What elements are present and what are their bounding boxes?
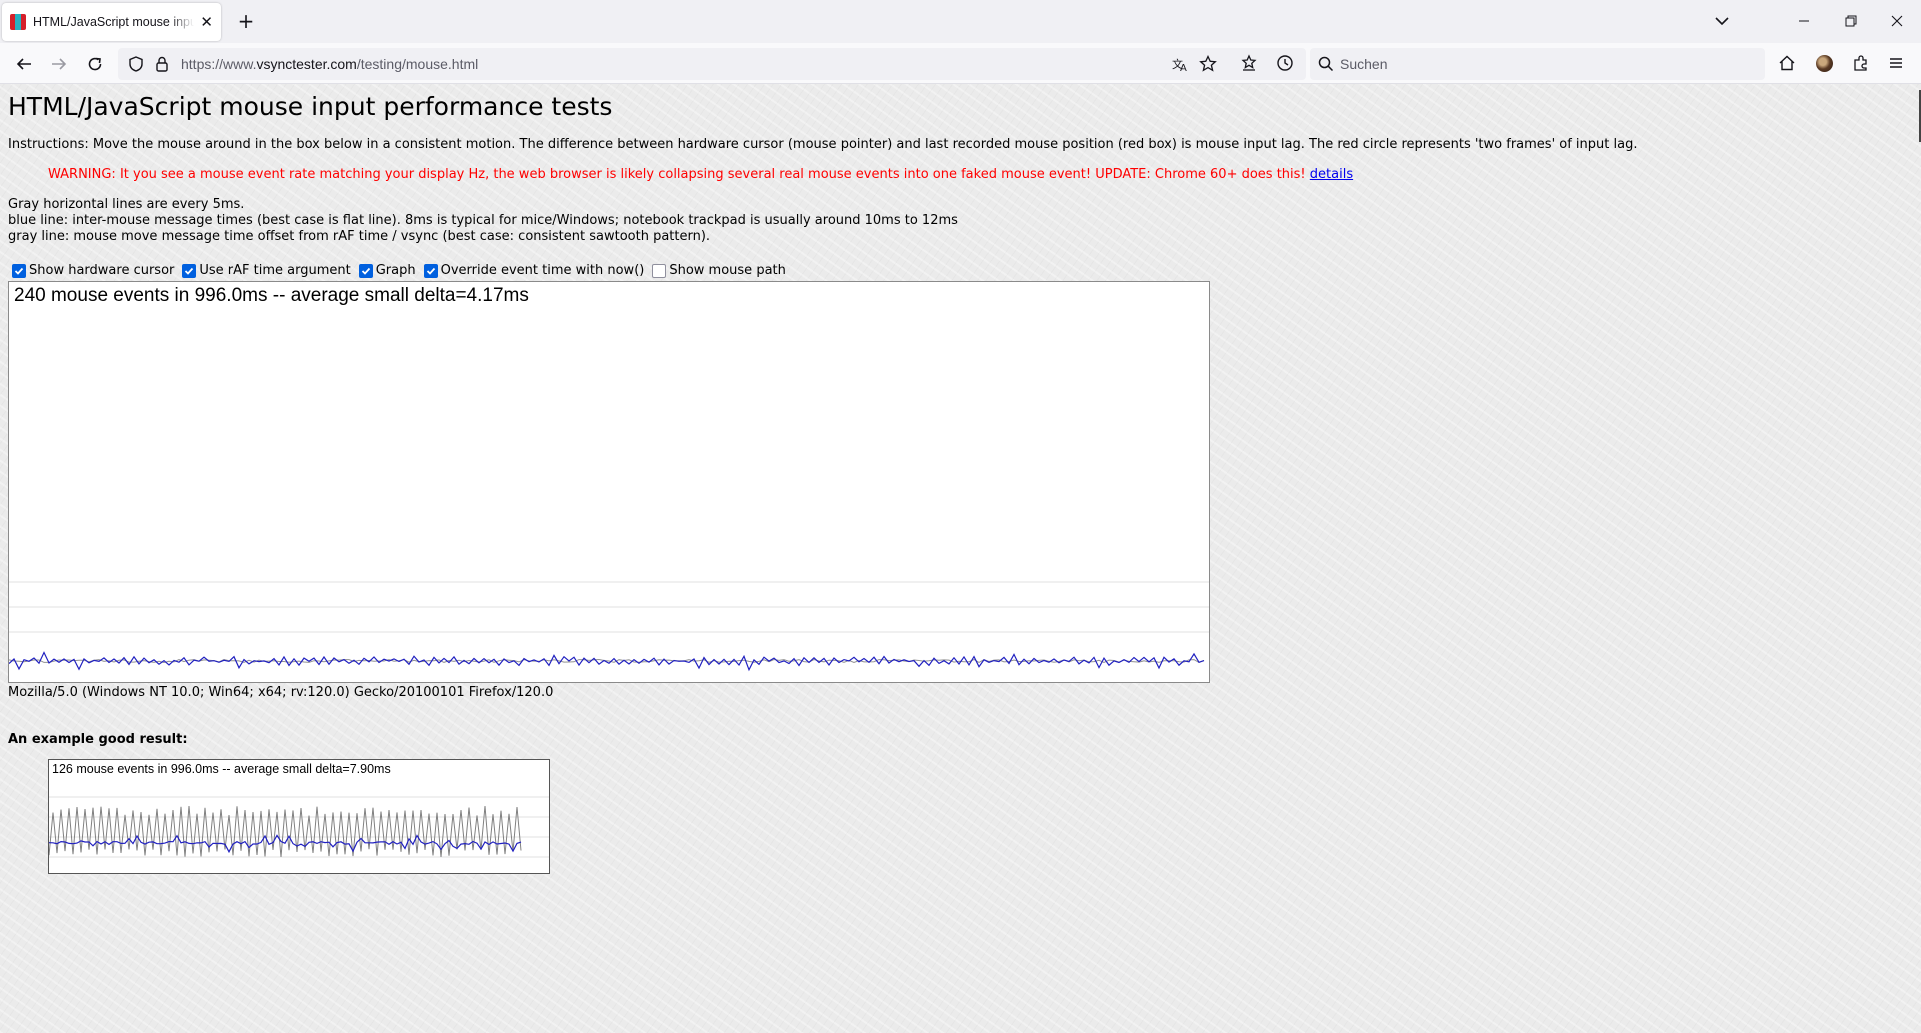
warning-text: WARNING: It you see a mouse event rate m…	[48, 167, 1353, 182]
avatar-image	[1815, 54, 1833, 72]
extensions-puzzle-icon[interactable]	[1849, 51, 1873, 75]
history-clock-icon[interactable]	[1273, 51, 1297, 75]
checkbox-graph[interactable]	[358, 263, 373, 278]
user-agent-text: Mozilla/5.0 (Windows NT 10.0; Win64; x64…	[8, 685, 554, 700]
legend-gray-lines: Gray horizontal lines are every 5ms.	[8, 197, 245, 212]
gray-offset-line	[49, 805, 522, 858]
restore-window-icon[interactable]	[1836, 8, 1866, 34]
details-link[interactable]: details	[1310, 167, 1353, 182]
example-label: An example good result:	[8, 732, 188, 747]
option-label: Use rAF time argument	[199, 263, 351, 278]
app-menu-hamburger-icon[interactable]	[1884, 51, 1908, 75]
reload-icon[interactable]	[82, 51, 108, 77]
pocket-save-icon[interactable]	[1237, 51, 1261, 75]
option-label: Show mouse path	[669, 263, 786, 278]
bookmark-star-icon[interactable]	[1198, 54, 1218, 74]
tab-close-icon[interactable]: ✕	[200, 14, 213, 30]
url-prefix: https://www.	[181, 56, 257, 72]
warning-message: WARNING: It you see a mouse event rate m…	[48, 167, 1306, 182]
tab-title: HTML/JavaScript mouse input performance …	[33, 15, 195, 29]
shield-icon[interactable]	[126, 54, 146, 74]
back-arrow-icon[interactable]	[11, 51, 37, 77]
search-bar[interactable]: Suchen	[1310, 48, 1765, 80]
minimize-window-icon[interactable]	[1789, 8, 1819, 34]
page-content: HTML/JavaScript mouse input performance …	[0, 84, 1921, 1033]
page-title: HTML/JavaScript mouse input performance …	[8, 92, 613, 121]
option-use-raf-time[interactable]: Use rAF time argument	[178, 263, 351, 278]
options-row: Show hardware cursor Use rAF time argume…	[8, 263, 790, 278]
checkbox-show-mouse-path[interactable]	[652, 263, 667, 278]
url-host: vsynctester.com	[256, 56, 357, 72]
example-result-image: 126 mouse events in 996.0ms -- average s…	[48, 759, 550, 874]
translate-icon[interactable]: 文A	[1170, 54, 1190, 74]
option-show-hardware-cursor[interactable]: Show hardware cursor	[8, 263, 174, 278]
option-graph[interactable]: Graph	[355, 263, 416, 278]
option-override-event-time[interactable]: Override event time with now()	[420, 263, 645, 278]
legend-blue-line: blue line: inter-mouse message times (be…	[8, 213, 958, 228]
checkbox-override-event-time[interactable]	[423, 263, 438, 278]
home-icon[interactable]	[1775, 51, 1799, 75]
browser-tab-active[interactable]: HTML/JavaScript mouse input performance …	[2, 3, 221, 41]
account-avatar[interactable]	[1812, 51, 1836, 75]
mouse-test-area[interactable]: 240 mouse events in 996.0ms -- average s…	[8, 281, 1210, 683]
svg-text:A: A	[1180, 63, 1187, 74]
navigation-toolbar: https://www.vsynctester.com/testing/mous…	[0, 43, 1921, 84]
close-window-icon[interactable]	[1882, 8, 1912, 34]
option-label: Show hardware cursor	[29, 263, 175, 278]
option-label: Graph	[375, 263, 416, 278]
search-input[interactable]: Suchen	[1340, 56, 1387, 72]
checkbox-show-hardware-cursor[interactable]	[12, 263, 26, 278]
legend-gray-line: gray line: mouse move message time offse…	[8, 229, 711, 244]
instructions-text: Instructions: Move the mouse around in t…	[8, 137, 1638, 152]
input-timing-graph	[9, 581, 1209, 672]
checkbox-use-raf-time[interactable]	[182, 263, 197, 278]
option-label: Override event time with now()	[440, 263, 645, 278]
example-timing-graph	[49, 796, 549, 858]
url-text[interactable]: https://www.vsynctester.com/testing/mous…	[181, 56, 478, 72]
lock-icon[interactable]	[152, 54, 172, 74]
new-tab-plus-icon[interactable]: +	[234, 9, 258, 33]
url-bar[interactable]: https://www.vsynctester.com/testing/mous…	[118, 48, 1306, 80]
forward-arrow-icon[interactable]	[46, 51, 72, 77]
url-path: /testing/mouse.html	[356, 56, 479, 72]
site-favicon-icon	[10, 14, 26, 30]
tab-strip: HTML/JavaScript mouse input performance …	[0, 0, 1921, 43]
option-show-mouse-path[interactable]: Show mouse path	[648, 263, 786, 278]
search-icon	[1317, 55, 1335, 73]
list-all-tabs-chevron-icon[interactable]	[1709, 9, 1735, 33]
